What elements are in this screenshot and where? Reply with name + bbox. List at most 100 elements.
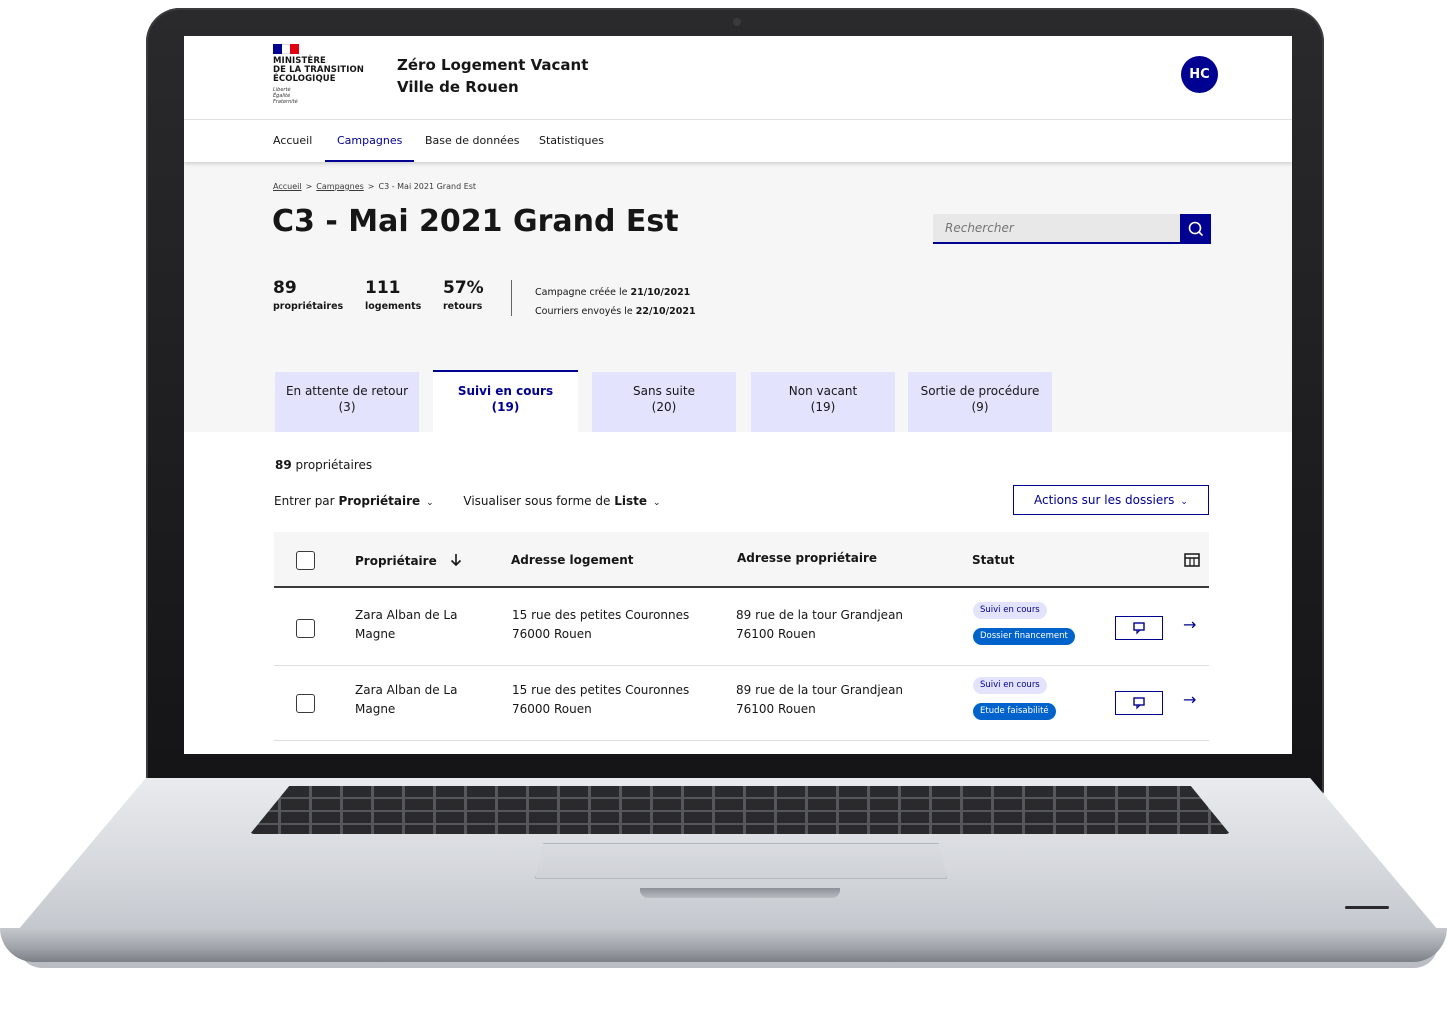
tab-count: (20): [651, 400, 677, 414]
laptop-camera: [733, 18, 741, 26]
sent-prefix: Courriers envoyés le: [535, 306, 633, 317]
stat-label: propriétaires: [273, 301, 344, 312]
laptop-base-edge: [0, 928, 1447, 962]
breadcrumb: Accueil > Campagnes > C3 - Mai 2021 Grand Es…: [273, 182, 476, 191]
breadcrumb-separator: >: [305, 182, 313, 191]
sort-down-arrow-icon: [450, 554, 461, 567]
column-header-proprietaire[interactable]: Propriétaire: [355, 553, 463, 568]
stat-value: 89: [273, 278, 297, 298]
column-header-label: Propriétaire: [355, 554, 437, 568]
breadcrumb-separator: >: [367, 182, 375, 191]
tab-count: (9): [971, 400, 989, 414]
nav-item-accueil[interactable]: Accueil: [273, 120, 312, 162]
actions-dossiers-label: Actions sur les dossiers: [1034, 493, 1175, 507]
comment-icon: [1133, 622, 1145, 635]
laptop-keyboard: [250, 786, 1230, 834]
campaign-header: Accueil > Campagnes > C3 - Mai 2021 Grand Es…: [184, 162, 1292, 432]
created-date-line: Campagne créée le 21/10/2021: [535, 283, 696, 302]
results-count-label: propriétaires: [295, 458, 373, 472]
table-row[interactable]: Zara Alban de La Magne 15 rue des petite…: [274, 590, 1209, 666]
arrow-right-icon[interactable]: →: [1183, 615, 1196, 634]
campaign-dates: Campagne créée le 21/10/2021 Courriers e…: [535, 283, 696, 321]
ministry-logo[interactable]: MINISTÈRE DE LA TRANSITION ÉCOLOGIQUE Li…: [273, 44, 383, 105]
chevron-down-icon: ⌄: [652, 498, 661, 508]
tab-non-vacant[interactable]: Non vacant (19): [751, 372, 895, 432]
filter-entry-label: Entrer par: [274, 494, 335, 508]
nav-item-statistiques[interactable]: Statistiques: [539, 120, 604, 162]
stat-proprietaires: 89 propriétaires: [273, 278, 343, 312]
republic-motto: Liberté Égalité Fraternité: [273, 87, 298, 105]
tab-label: Sortie de procédure: [920, 384, 1040, 398]
service-title: Zéro Logement Vacant: [397, 56, 589, 74]
main-navigation: Accueil Campagnes Base de données Statis…: [184, 120, 1292, 162]
stat-value: 57%: [443, 278, 484, 298]
stat-value: 111: [365, 278, 401, 298]
comment-icon: [1133, 697, 1145, 710]
filter-view-value: Liste: [614, 494, 647, 508]
search-bar: [933, 214, 1211, 244]
owner-address: 89 rue de la tour Grandjean 76100 Rouen: [736, 683, 904, 716]
stat-retours: 57% retours: [443, 278, 484, 312]
tab-en-attente-de-retour[interactable]: En attente de retour (3): [275, 372, 419, 432]
breadcrumb-current: C3 - Mai 2021 Grand Est: [378, 182, 477, 191]
row-checkbox[interactable]: [296, 619, 315, 638]
sent-date: 22/10/2021: [635, 306, 696, 317]
laptop-trackpad: [535, 843, 947, 879]
tab-sans-suite[interactable]: Sans suite (20): [592, 372, 736, 432]
results-count: 89 propriétaires: [275, 458, 372, 472]
stats-divider: [511, 280, 512, 316]
breadcrumb-link-campagnes[interactable]: Campagnes: [316, 182, 364, 191]
substatus-badge: Dossier financement: [973, 628, 1075, 645]
comment-button[interactable]: [1115, 691, 1163, 715]
column-header-statut: Statut: [972, 553, 1015, 567]
owner-name: Zara Alban de La Magne: [355, 608, 458, 641]
actions-dossiers-button[interactable]: Actions sur les dossiers ⌄: [1013, 485, 1209, 515]
arrow-right-icon[interactable]: →: [1183, 690, 1196, 709]
created-date: 21/10/2021: [630, 287, 691, 298]
housing-address: 15 rue des petites Couronnes 76000 Rouen: [512, 608, 690, 641]
select-all-checkbox[interactable]: [296, 551, 315, 570]
filter-entry-value: Propriétaire: [338, 494, 421, 508]
site-header: MINISTÈRE DE LA TRANSITION ÉCOLOGIQUE Li…: [184, 36, 1292, 120]
breadcrumb-link-accueil[interactable]: Accueil: [273, 182, 302, 191]
owners-list-panel: 89 propriétaires Entrer par Propriétaire…: [184, 432, 1292, 754]
stat-logements: 111 logements: [365, 278, 421, 312]
table-header: Propriétaire Adresse logement Adresse pr…: [274, 532, 1209, 588]
column-header-adresse-proprietaire: Adresse propriétaire: [737, 551, 878, 565]
status-badge: Suivi en cours: [973, 677, 1047, 694]
service-subtitle: Ville de Rouen: [397, 78, 519, 96]
chevron-down-icon: ⌄: [1180, 497, 1188, 507]
stat-label: logements: [365, 301, 422, 312]
created-prefix: Campagne créée le: [535, 287, 628, 298]
tab-sortie-de-procedure[interactable]: Sortie de procédure (9): [908, 372, 1052, 432]
marianne-flag-icon: [273, 44, 300, 54]
nav-item-campagnes[interactable]: Campagnes: [325, 120, 415, 162]
column-settings-icon[interactable]: [1184, 553, 1200, 567]
nav-item-base-de-donnees[interactable]: Base de données: [425, 120, 519, 162]
tab-label: Sans suite: [633, 384, 695, 398]
tab-suivi-en-cours[interactable]: Suivi en cours (19): [433, 370, 578, 432]
comment-button[interactable]: [1115, 616, 1163, 640]
tab-count: (19): [810, 400, 836, 414]
housing-address: 15 rue des petites Couronnes 76000 Rouen: [512, 683, 690, 716]
chevron-down-icon: ⌄: [426, 498, 434, 508]
tab-label: En attente de retour: [285, 384, 409, 398]
search-button[interactable]: [1180, 214, 1211, 244]
tab-label: Suivi en cours: [457, 384, 554, 398]
table-row[interactable]: Zara Alban de La Magne 15 rue des petite…: [274, 665, 1209, 741]
ministry-name: MINISTÈRE DE LA TRANSITION ÉCOLOGIQUE: [273, 56, 364, 84]
filter-view-select[interactable]: Liste ⌄: [614, 494, 660, 508]
owner-name: Zara Alban de La Magne: [355, 683, 458, 716]
search-input[interactable]: [933, 214, 1180, 244]
page-title: C3 - Mai 2021 Grand Est: [272, 204, 679, 239]
tab-count: (19): [491, 400, 520, 414]
service-title-block[interactable]: Zéro Logement Vacant Ville de Rouen: [397, 54, 588, 98]
tab-label: Non vacant: [788, 384, 858, 398]
list-filters: Entrer par Propriétaire ⌄ Visualiser sous…: [274, 494, 661, 508]
results-count-value: 89: [275, 458, 292, 472]
filter-entry-select[interactable]: Propriétaire ⌄: [338, 494, 433, 508]
user-avatar[interactable]: HC: [1181, 56, 1218, 93]
column-header-adresse-logement: Adresse logement: [511, 553, 634, 567]
row-checkbox[interactable]: [296, 694, 315, 713]
status-badge: Suivi en cours: [973, 602, 1047, 619]
